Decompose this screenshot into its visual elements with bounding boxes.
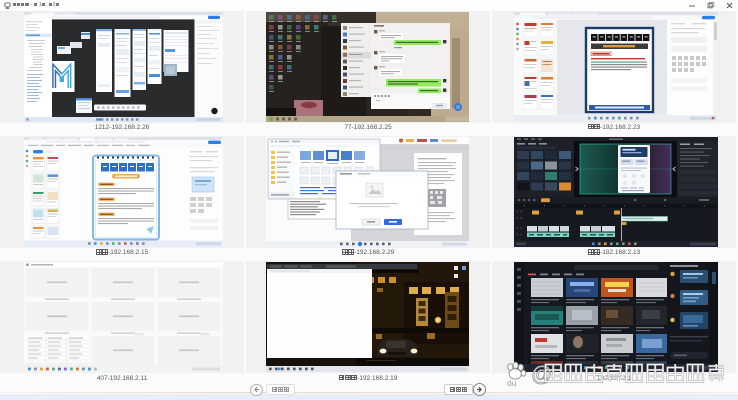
svg-text:du: du	[507, 378, 517, 388]
